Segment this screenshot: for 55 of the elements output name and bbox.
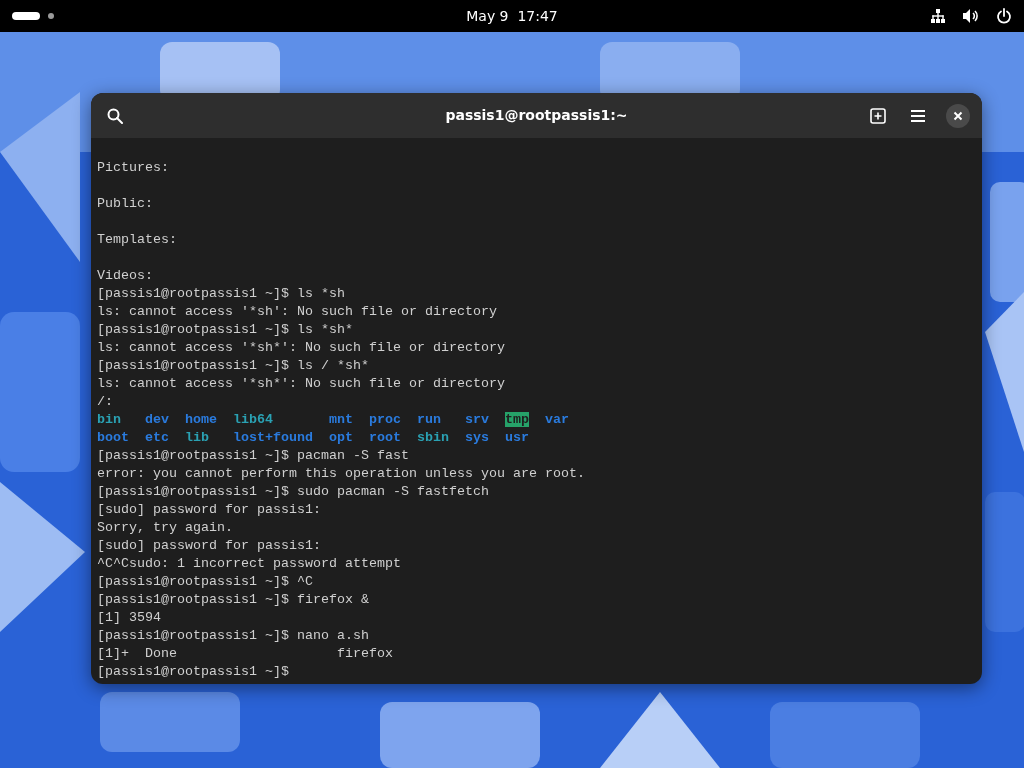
directory-name: opt: [329, 430, 353, 445]
workspace-indicator[interactable]: [48, 13, 54, 19]
directory-name: boot: [97, 430, 129, 445]
directory-name: sbin: [417, 430, 449, 445]
terminal-line: [passis1@rootpassis1 ~]$: [97, 663, 290, 681]
terminal-line: [sudo] password for passis1:: [97, 501, 322, 519]
terminal-line: ls: cannot access '*sh*': No such file or directory: [97, 339, 506, 357]
directory-name: sys: [465, 430, 489, 445]
directory-name: proc: [369, 412, 401, 427]
directory-name: root: [369, 430, 401, 445]
close-button[interactable]: [946, 103, 970, 128]
terminal-line: error: you cannot perform this operation unless you are root.: [97, 465, 586, 483]
terminal-line: Pictures:: [97, 159, 170, 177]
directory-name: var: [545, 412, 569, 427]
terminal-line: Templates:: [97, 231, 178, 249]
terminal-line: [passis1@rootpassis1 ~]$ ls *sh*: [97, 321, 354, 339]
directory-name: lib: [185, 430, 209, 445]
terminal-line: [passis1@rootpassis1 ~]$ ^C: [97, 573, 314, 591]
terminal-line: ls: cannot access '*sh*': No such file or directory: [97, 375, 506, 393]
directory-name: home: [185, 412, 217, 427]
network-icon[interactable]: [930, 8, 946, 24]
terminal-line: [passis1@rootpassis1 ~]$ sudo pacman -S fastfetch: [97, 483, 490, 501]
directory-name: lost+found: [233, 430, 313, 445]
terminal-line: Public:: [97, 195, 154, 213]
terminal-line: [1] 3594: [97, 609, 162, 627]
workspace-indicator[interactable]: [12, 12, 40, 20]
volume-icon[interactable]: [962, 8, 980, 24]
search-icon: [107, 107, 123, 124]
directory-name: tmp: [505, 412, 529, 427]
terminal-line: [passis1@rootpassis1 ~]$ ls / *sh*: [97, 357, 370, 375]
directory-name: run: [417, 412, 441, 427]
clock[interactable]: May 9 17:47: [466, 5, 558, 27]
directory-name: mnt: [329, 412, 353, 427]
terminal-line: [passis1@rootpassis1 ~]$ nano a.sh: [97, 627, 370, 645]
directory-name: srv: [465, 412, 489, 427]
power-icon[interactable]: [996, 8, 1012, 24]
menu-icon: [910, 108, 926, 123]
directory-name: bin: [97, 412, 121, 427]
window-title: passis1@rootpassis1:~: [445, 106, 628, 125]
directory-name: etc: [145, 430, 169, 445]
plus-square-icon: [870, 107, 886, 124]
terminal-line: [1]+ Done firefox: [97, 645, 394, 663]
directory-name: dev: [145, 412, 169, 427]
directory-name: lib64: [233, 412, 273, 427]
terminal-line: [sudo] password for passis1:: [97, 537, 322, 555]
terminal-line: /:: [97, 393, 114, 411]
close-icon: [953, 110, 963, 121]
terminal-line: ls: cannot access '*sh': No such file or directory: [97, 303, 498, 321]
terminal-line: Sorry, try again.: [97, 519, 234, 537]
terminal-line: Videos:: [97, 267, 154, 285]
terminal-line: [passis1@rootpassis1 ~]$ ls *sh: [97, 285, 346, 303]
terminal-line: ^C^Csudo: 1 incorrect password attempt: [97, 555, 402, 573]
terminal-line: [passis1@rootpassis1 ~]$ firefox &: [97, 591, 370, 609]
directory-name: usr: [505, 430, 529, 445]
terminal-line: [passis1@rootpassis1 ~]$ pacman -S fast: [97, 447, 410, 465]
